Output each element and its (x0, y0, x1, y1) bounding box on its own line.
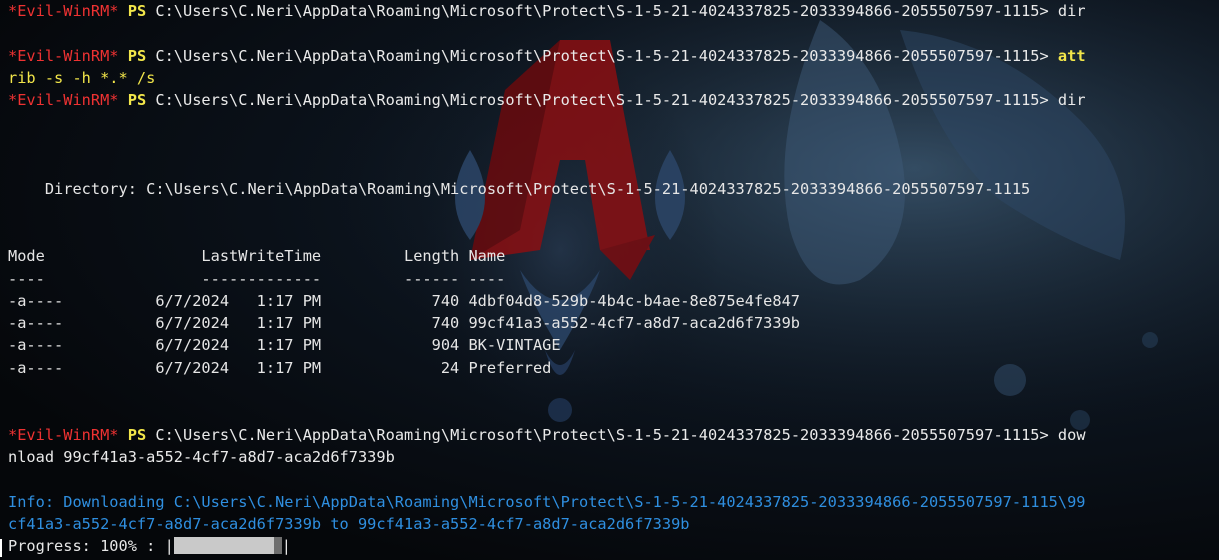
directory-line: Directory: C:\Users\C.Neri\AppData\Roami… (8, 180, 1031, 199)
prompt-line-2: *Evil-WinRM* PS C:\Users\C.Neri\AppData\… (8, 45, 1213, 67)
command-continuation: rib -s -h *.* /s (8, 67, 1213, 89)
progress-bar-tail (273, 536, 282, 554)
prompt-path: C:\Users\C.Neri\AppData\Roaming\Microsof… (155, 46, 1049, 65)
progress-label: Progress: 100% : (8, 537, 165, 556)
prompt-tag: *Evil-WinRM* (8, 2, 119, 20)
progress-bar-left: | (164, 537, 174, 556)
command-text: dir (1048, 2, 1086, 20)
prompt-shell: PS (127, 91, 147, 110)
info-message: cf41a3-a552-4cf7-a8d7-aca2d6f7339b to 99… (8, 514, 690, 533)
progress-line: Progress: 100% : | | (8, 535, 1213, 557)
prompt-shell: PS (127, 425, 147, 444)
prompt-line-1: *Evil-WinRM* PS C:\Users\C.Neri\AppData\… (8, 0, 1213, 22)
listing-row: -a---- 6/7/2024 1:17 PM 24 Preferred (8, 358, 552, 377)
info-message: Info: Downloading C:\Users\C.Neri\AppDat… (8, 492, 1086, 511)
command-text: dow (1048, 425, 1086, 444)
prompt-tag: *Evil-WinRM* (8, 91, 119, 110)
listing-header: Mode LastWriteTime Length Name (8, 247, 506, 266)
prompt-shell: PS (127, 46, 147, 65)
prompt-path: C:\Users\C.Neri\AppData\Roaming\Microsof… (155, 91, 1049, 110)
command-continuation: nload 99cf41a3-a552-4cf7-a8d7-aca2d6f733… (8, 447, 395, 466)
command-text: att (1048, 46, 1086, 65)
progress-bar-right: | (281, 537, 291, 556)
prompt-tag: *Evil-WinRM* (8, 46, 119, 65)
progress-bar-fill (173, 536, 274, 554)
prompt-shell: PS (127, 2, 147, 20)
command-text: dir (1048, 91, 1086, 110)
prompt-line-3: *Evil-WinRM* PS C:\Users\C.Neri\AppData\… (8, 89, 1213, 111)
terminal-window[interactable]: *Evil-WinRM* PS C:\Users\C.Neri\AppData\… (0, 0, 1219, 560)
prompt-path: C:\Users\C.Neri\AppData\Roaming\Microsof… (155, 2, 1049, 20)
listing-row: -a---- 6/7/2024 1:17 PM 904 BK-VINTAGE (8, 336, 561, 355)
listing-row: -a---- 6/7/2024 1:17 PM 740 99cf41a3-a55… (8, 314, 801, 333)
listing-row: -a---- 6/7/2024 1:17 PM 740 4dbf04d8-529… (8, 291, 801, 310)
prompt-tag: *Evil-WinRM* (8, 425, 119, 444)
prompt-path: C:\Users\C.Neri\AppData\Roaming\Microsof… (155, 425, 1049, 444)
text-cursor (0, 539, 2, 557)
command-text: rib -s -h *.* /s (8, 68, 156, 87)
progress-bar (173, 536, 282, 554)
terminal-output: *Evil-WinRM* PS C:\Users\C.Neri\AppData\… (8, 0, 1213, 557)
prompt-line-4: *Evil-WinRM* PS C:\Users\C.Neri\AppData\… (8, 424, 1213, 446)
listing-separator: ---- ------------- ------ ---- (8, 269, 506, 288)
